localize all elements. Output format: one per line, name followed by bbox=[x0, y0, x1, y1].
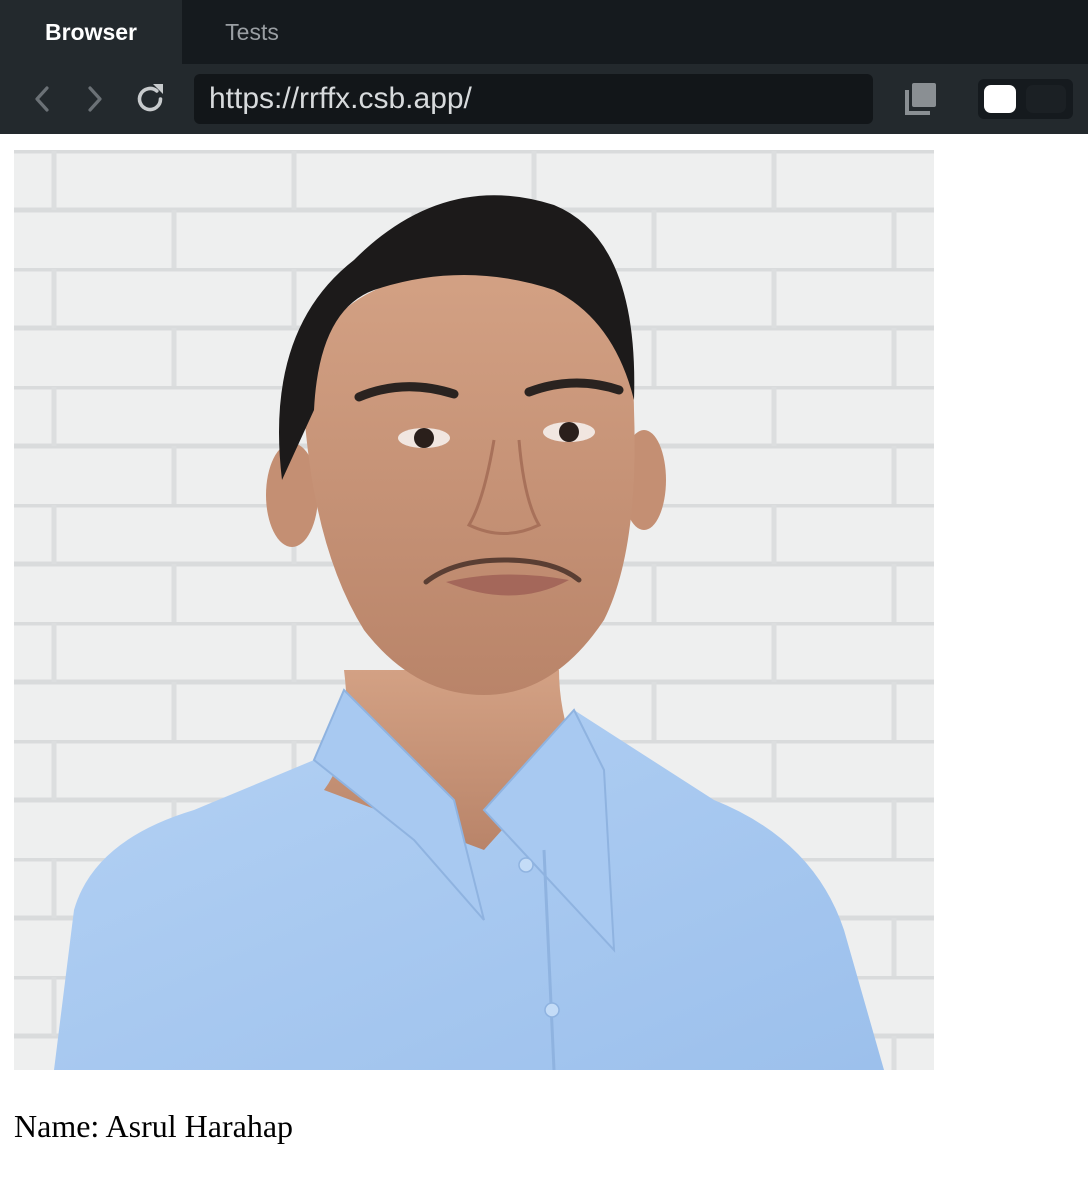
portrait-illustration bbox=[14, 150, 934, 1070]
tab-tests-label: Tests bbox=[225, 18, 279, 45]
toggle-track bbox=[1026, 85, 1066, 113]
chevron-left-icon bbox=[35, 86, 49, 112]
copy-icon bbox=[905, 83, 936, 115]
back-button[interactable] bbox=[22, 79, 62, 119]
copy-url-button[interactable] bbox=[898, 79, 942, 119]
reload-button[interactable] bbox=[130, 79, 170, 119]
browser-tab-bar: Browser Tests bbox=[0, 0, 1088, 64]
tab-tests[interactable]: Tests bbox=[182, 0, 322, 64]
url-input[interactable]: https://rrffx.csb.app/ bbox=[194, 74, 873, 124]
chevron-right-icon bbox=[88, 86, 102, 112]
reload-icon bbox=[137, 84, 163, 112]
tab-browser[interactable]: Browser bbox=[0, 0, 182, 64]
theme-toggle[interactable] bbox=[978, 79, 1073, 119]
browser-toolbar: https://rrffx.csb.app/ bbox=[0, 64, 1088, 134]
profile-photo bbox=[14, 150, 934, 1070]
toggle-knob bbox=[984, 85, 1016, 113]
forward-button[interactable] bbox=[75, 79, 115, 119]
profile-name: Name: Asrul Harahap bbox=[14, 1108, 294, 1144]
url-text: https://rrffx.csb.app/ bbox=[209, 82, 472, 115]
tab-browser-label: Browser bbox=[44, 18, 138, 45]
